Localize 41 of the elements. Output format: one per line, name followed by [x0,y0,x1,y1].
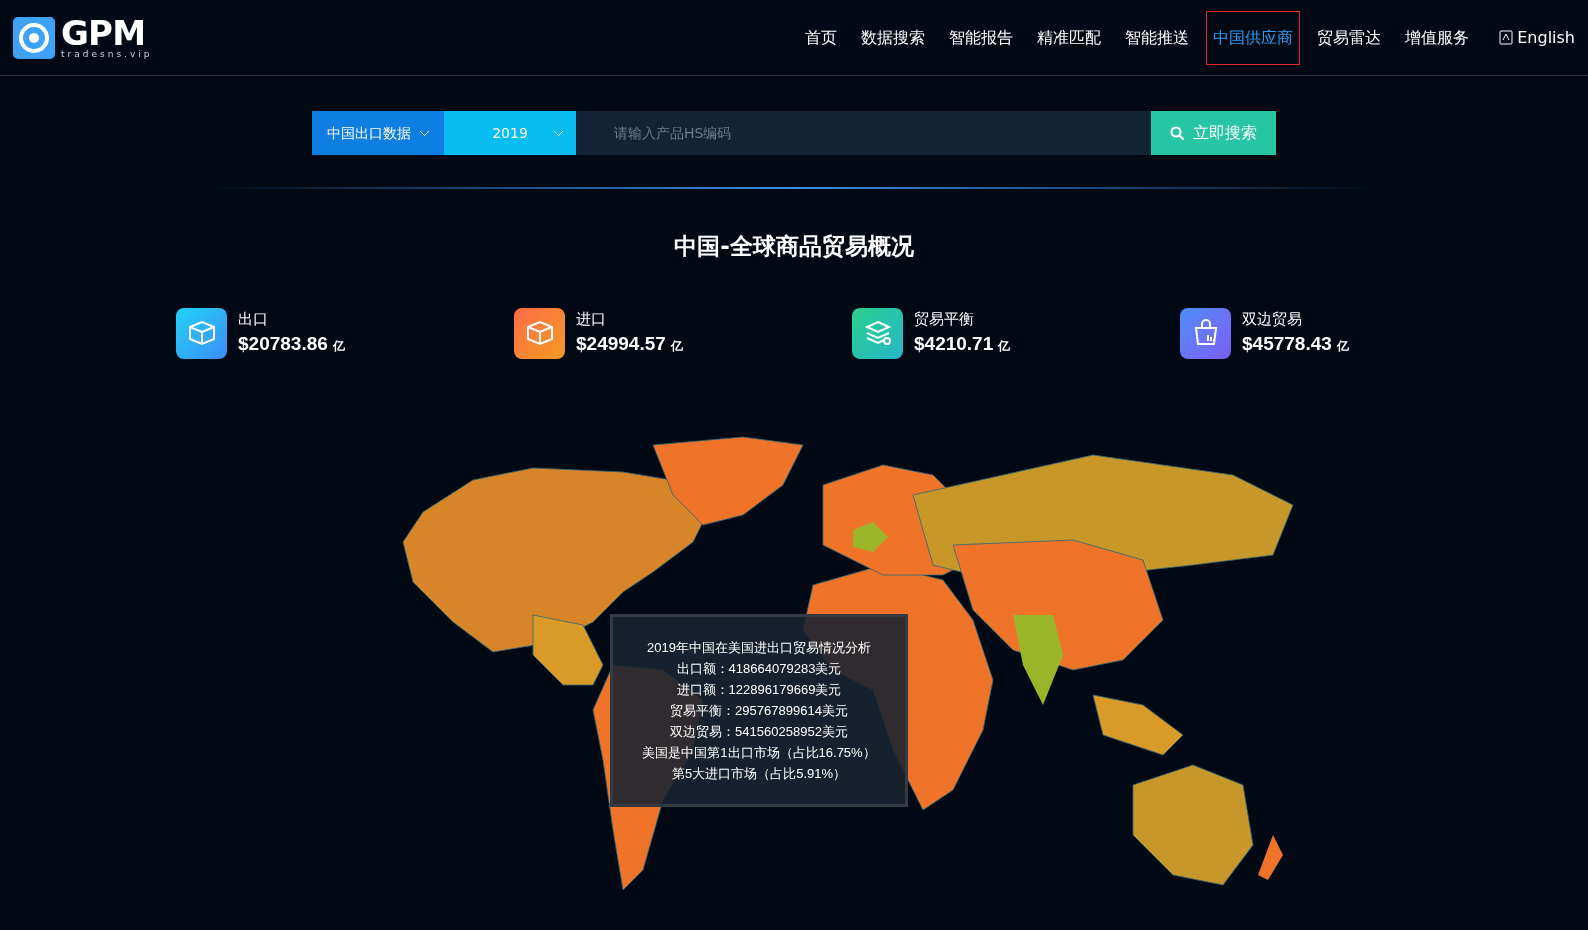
nav-link[interactable]: 首页 [798,10,845,65]
stat-label: 出口 [238,308,269,330]
section-title: 中国-全球商品贸易概况 [673,232,915,261]
stat-icon [176,307,227,359]
stat-label: 双边贸易 [1242,308,1303,330]
logo-wordmark: GPM [61,16,146,50]
stat-value: $4210.71 [914,332,994,356]
tooltip-text: 第5大进口市场（占比5.91%） [671,764,847,783]
search-icon [1170,125,1185,141]
stat-icon [852,307,903,359]
stat-icon [1180,307,1231,359]
stat-unit: 亿 [1336,338,1349,355]
tooltip-text: 美国是中国第1出口市场（占比16.75%） [642,743,876,762]
chevron-down-icon [553,129,564,137]
nav-link[interactable]: 智能报告 [942,10,1021,65]
hs-code-input[interactable]: 请输入产品HS编码 [576,111,1151,155]
stat-value: $24994.57 [576,332,666,356]
tooltip-text: 双边贸易：541560258952美元 [670,722,848,741]
logo-icon [13,16,55,59]
stat-label: 贸易平衡 [914,308,975,330]
language-link[interactable]: English [1499,25,1575,50]
stat-unit: 亿 [332,338,345,355]
nav-link[interactable]: 贸易雷达 [1310,10,1389,65]
nav-link[interactable]: 数据搜索 [854,10,933,65]
stat-value: $20783.86 [238,332,328,356]
logo-domain: tradesns.vip [61,50,153,59]
stat-label: 进口 [576,308,607,330]
stat-unit: 亿 [670,338,683,355]
nav-link[interactable]: 智能推送 [1118,10,1197,65]
chevron-down-icon [418,129,430,137]
nav-link[interactable]: 精准匹配 [1030,10,1109,65]
tooltip-text: 贸易平衡：295767899614美元 [670,701,848,720]
dataset-dropdown[interactable]: 中国出口数据 [312,111,444,155]
stat-unit: 亿 [998,338,1011,355]
stat-value: $45778.43 [1242,332,1332,356]
tooltip-text: 2019年中国在美国进出口贸易情况分析 [647,638,871,657]
stat-icon [514,307,565,359]
nav-link[interactable]: 增值服务 [1398,10,1477,65]
tooltip-text: 出口额：418664079283美元 [676,659,842,678]
nav-link[interactable]: 中国供应商 [1206,10,1301,65]
tooltip-text: 进口额：122896179669美元 [676,680,842,699]
